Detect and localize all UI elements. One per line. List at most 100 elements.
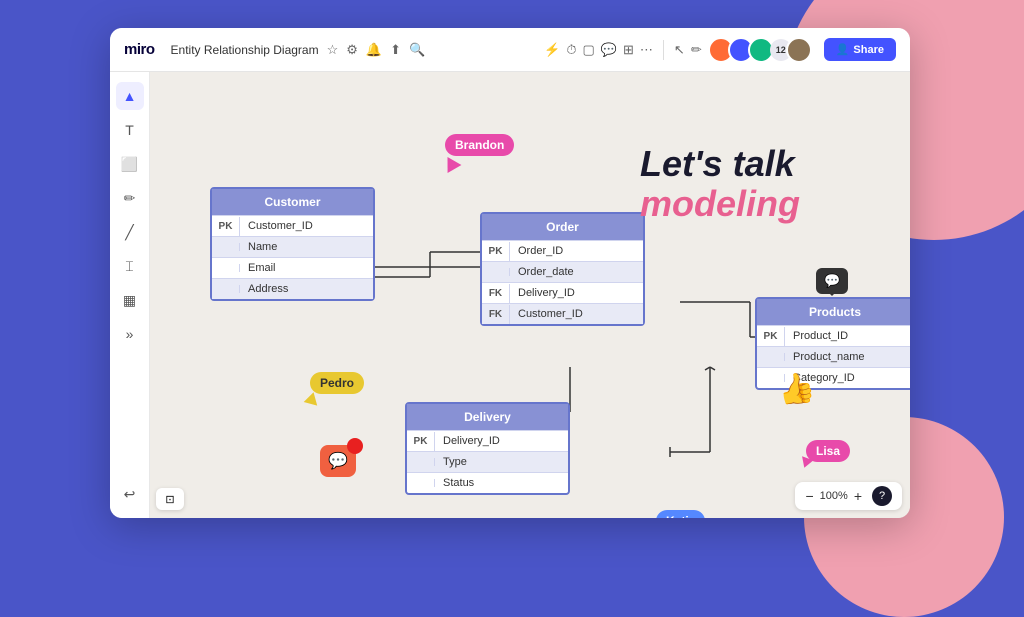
order-fk-2: FK (482, 305, 510, 324)
products-comment-bubble: 💬 (816, 268, 848, 294)
order-row-2: Order_date (482, 261, 643, 282)
order-field-3: Delivery_ID (510, 283, 583, 303)
search-icon[interactable]: 🔍 (409, 42, 425, 58)
customer-table: Customer PK Customer_ID Name Email Addre… (210, 187, 375, 301)
delivery-table: Delivery PK Delivery_ID Type Status (405, 402, 570, 495)
text-tool[interactable]: T (116, 116, 144, 144)
settings-icon[interactable]: ⚙ (346, 42, 358, 58)
customer-field-1: Customer_ID (240, 216, 321, 236)
customer-field-2: Name (240, 237, 285, 257)
lisa-label: Lisa (806, 440, 850, 462)
order-fk-1: FK (482, 284, 510, 303)
order-table: Order PK Order_ID Order_date FK Delivery… (480, 212, 645, 326)
miro-logo: miro (124, 41, 155, 58)
toolbar: miro Entity Relationship Diagram ☆ ⚙ 🔔 ⬆… (110, 28, 910, 72)
brandon-label: Brandon (445, 134, 514, 156)
products-field-1: Product_ID (785, 326, 856, 346)
pen-tool-icon[interactable]: ✏ (691, 42, 702, 58)
diagram-title: Entity Relationship Diagram (171, 43, 319, 57)
more-tools[interactable]: » (116, 320, 144, 348)
undo-tool[interactable]: ↩ (116, 480, 144, 508)
order-row-1: PK Order_ID (482, 240, 643, 261)
customer-row-2: Name (212, 236, 373, 257)
customer-row-3: Email (212, 257, 373, 278)
pen-tool[interactable]: ✏ (116, 184, 144, 212)
bell-icon[interactable]: 🔔 (366, 42, 382, 58)
customer-field-4: Address (240, 279, 296, 299)
apps-icon[interactable]: ⊞ (623, 42, 634, 58)
customer-row-1: PK Customer_ID (212, 215, 373, 236)
more-icon[interactable]: ⋯ (640, 42, 653, 58)
share-button[interactable]: 👤 Share (824, 38, 896, 61)
select-tool[interactable]: ▲ (116, 82, 144, 110)
minimap-button[interactable]: ⊡ (156, 488, 184, 510)
heading-line2: modeling (640, 184, 800, 224)
customer-row-4: Address (212, 278, 373, 299)
products-table-header: Products (757, 299, 910, 325)
pedro-label: Pedro (310, 372, 364, 394)
delivery-pk-1: PK (407, 432, 435, 451)
customer-pk-3 (212, 264, 240, 272)
big-heading: Let's talk modeling (640, 144, 800, 223)
order-row-4: FK Customer_ID (482, 303, 643, 324)
frame-icon[interactable]: ▢ (583, 42, 595, 58)
delivery-field-2: Type (435, 452, 475, 472)
left-sidebar: ▲ T ⬜ ✏ ╱ ⌶ ▦ » ↩ (110, 72, 150, 518)
toolbar-right: ⚡ ⏱ ▢ 💬 ⊞ ⋯ ↖ ✏ 12 👤 Share (544, 37, 896, 63)
heading-line1: Let's talk (640, 144, 800, 184)
timer-icon[interactable]: ⏱ (566, 42, 576, 58)
bubble-tail (828, 292, 836, 300)
star-icon[interactable]: ☆ (327, 42, 339, 58)
order-pk-1: PK (482, 242, 510, 261)
customer-table-header: Customer (212, 189, 373, 215)
cursor-tool-icon[interactable]: ↖ (674, 42, 685, 58)
zoom-plus-btn[interactable]: + (854, 488, 862, 504)
share-icon: 👤 (836, 43, 850, 56)
delivery-pk-2 (407, 458, 435, 466)
order-field-2: Order_date (510, 262, 582, 282)
pedro-arrow (304, 390, 321, 405)
delivery-row-1: PK Delivery_ID (407, 430, 568, 451)
products-row-1: PK Product_ID (757, 325, 910, 346)
zoom-minus-btn[interactable]: − (805, 488, 813, 504)
line-tool[interactable]: ╱ (116, 218, 144, 246)
avatar-group: 12 (708, 37, 812, 63)
delivery-row-3: Status (407, 472, 568, 493)
divider (663, 40, 664, 60)
order-table-header: Order (482, 214, 643, 240)
user-avatar (786, 37, 812, 63)
upload-icon[interactable]: ⬆ (390, 42, 401, 58)
products-row-2: Product_name (757, 346, 910, 367)
frame-tool[interactable]: ⌶ (116, 252, 144, 280)
lightning-icon[interactable]: ⚡ (544, 42, 560, 58)
chat-bubble: 💬 (320, 445, 356, 477)
customer-pk-4 (212, 285, 240, 293)
help-button[interactable]: ? (872, 486, 892, 506)
order-field-1: Order_ID (510, 241, 571, 261)
zoom-bar: − 100% + ? (795, 482, 902, 510)
order-pk-2 (482, 268, 510, 276)
delivery-table-header: Delivery (407, 404, 568, 430)
order-row-3: FK Delivery_ID (482, 282, 643, 303)
products-pk-1: PK (757, 327, 785, 346)
zoom-level: 100% (820, 490, 848, 502)
customer-pk-1: PK (212, 217, 240, 236)
chat-bubble-container: 💬 (320, 445, 356, 477)
thumbs-up-sticker: 👍 (775, 369, 818, 410)
shape-tool[interactable]: ⬜ (116, 150, 144, 178)
delivery-row-2: Type (407, 451, 568, 472)
products-pk-2 (757, 353, 785, 361)
customer-field-3: Email (240, 258, 284, 278)
main-window: miro Entity Relationship Diagram ☆ ⚙ 🔔 ⬆… (110, 28, 910, 518)
delivery-field-3: Status (435, 473, 482, 493)
delivery-pk-3 (407, 479, 435, 487)
delivery-field-1: Delivery_ID (435, 431, 508, 451)
katja-label: Katja (656, 510, 705, 518)
comment-icon[interactable]: 💬 (601, 42, 617, 58)
share-label: Share (853, 44, 884, 56)
canvas: Customer PK Customer_ID Name Email Addre… (150, 72, 910, 518)
notification-badge (347, 438, 363, 454)
customer-pk-2 (212, 243, 240, 251)
table-tool[interactable]: ▦ (116, 286, 144, 314)
order-field-4: Customer_ID (510, 304, 591, 324)
